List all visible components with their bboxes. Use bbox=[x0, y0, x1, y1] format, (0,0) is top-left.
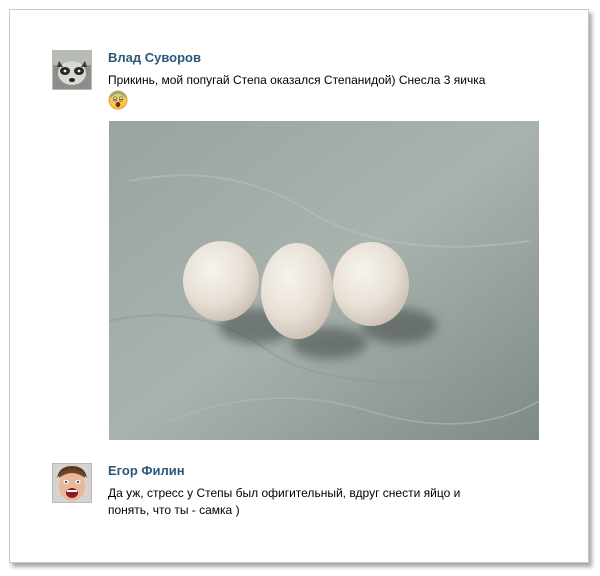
message-line: Да уж, стресс у Степы был офигительный, … bbox=[108, 486, 461, 500]
author-link[interactable]: Егор Филин bbox=[108, 463, 185, 479]
message-text: Да уж, стресс у Степы был офигительный, … bbox=[108, 485, 528, 519]
eggs-photo[interactable] bbox=[109, 121, 539, 440]
avatar-raccoon-icon[interactable] bbox=[52, 50, 92, 90]
author-link[interactable]: Влад Суворов bbox=[108, 50, 201, 66]
message-text: Прикинь, мой попугай Степа оказался Степ… bbox=[108, 73, 486, 87]
fearful-face-emoji-icon bbox=[108, 90, 128, 115]
message-line: понять, что ты - самка ) bbox=[108, 503, 240, 517]
screenshot-frame: Влад Суворов Прикинь, мой попугай Степа … bbox=[9, 9, 589, 563]
avatar-boy-icon[interactable] bbox=[52, 463, 92, 503]
